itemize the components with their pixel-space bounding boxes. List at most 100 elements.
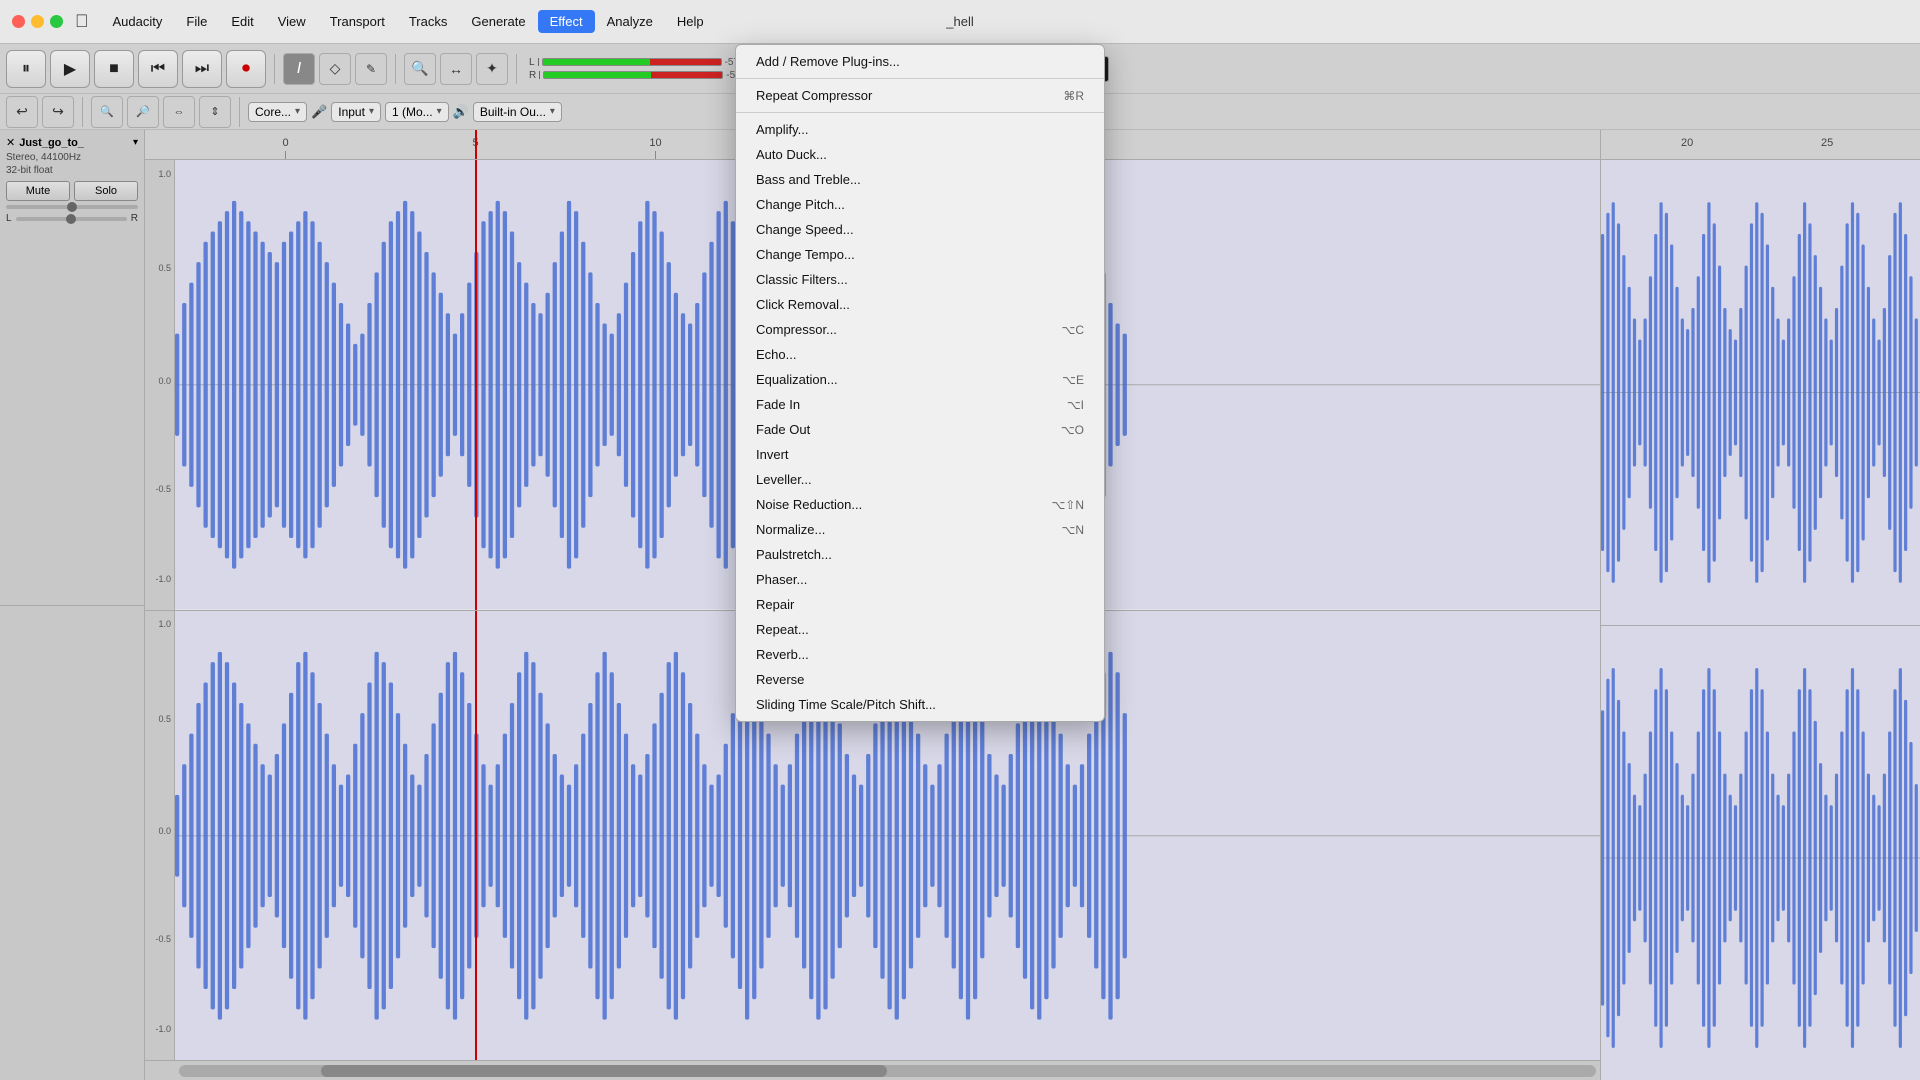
solo-button[interactable]: Solo (74, 181, 138, 201)
menu-item-noise-reduction[interactable]: Noise Reduction... ⌥⇧N (736, 492, 1104, 517)
waveform-cursor-bottom (475, 611, 477, 1061)
separator3 (516, 54, 517, 84)
menu-item-change-pitch[interactable]: Change Pitch... (736, 192, 1104, 217)
menu-item-click-removal[interactable]: Click Removal... (736, 292, 1104, 317)
menu-item-sliding-time[interactable]: Sliding Time Scale/Pitch Shift... (736, 692, 1104, 717)
menu-tracks[interactable]: Tracks (397, 10, 460, 33)
level-L-label: L (529, 57, 535, 68)
close-button[interactable] (12, 15, 25, 28)
play-button[interactable]: ▶ (50, 50, 90, 88)
minimize-button[interactable] (31, 15, 44, 28)
sep5 (239, 97, 240, 127)
envelope-tool[interactable]: ◇ (319, 53, 351, 85)
cpu-label: Core... (255, 105, 291, 119)
menu-item-bass-treble[interactable]: Bass and Treble... (736, 167, 1104, 192)
gain-slider[interactable] (6, 205, 138, 209)
menu-transport[interactable]: Transport (318, 10, 397, 33)
timeshift-tool[interactable]: ↔ (440, 53, 472, 85)
skip-back-button[interactable]: ⏮ (138, 50, 178, 88)
menu-item-classic-filters[interactable]: Classic Filters... (736, 267, 1104, 292)
menu-item-change-speed[interactable]: Change Speed... (736, 217, 1104, 242)
skip-forward-button[interactable]: ⏭ (182, 50, 222, 88)
waveform-scale-bottom: 1.0 0.5 0.0 -0.5 -1.0 (145, 611, 175, 1061)
mono-select[interactable]: 1 (Mo... ▾ (385, 102, 449, 122)
gain-slider-thumb[interactable] (67, 202, 77, 212)
output-dropdown-arrow: ▾ (550, 106, 555, 117)
track-close-button[interactable]: ✕ (6, 136, 15, 149)
pan-L-label: L (6, 213, 12, 224)
mono-dropdown-arrow: ▾ (437, 106, 442, 117)
draw-tool[interactable]: ✎ (355, 53, 387, 85)
menu-analyze[interactable]: Analyze (595, 10, 665, 33)
mic-icon: 🎤 (311, 104, 327, 120)
menu-item-invert[interactable]: Invert (736, 442, 1104, 467)
right-track-panel: 20 25 (1600, 130, 1920, 1080)
menu-item-echo[interactable]: Echo... (736, 342, 1104, 367)
zoom-in-button[interactable]: 🔍 (91, 96, 123, 128)
input-device-select[interactable]: Input ▾ (331, 102, 381, 122)
menu-item-repair[interactable]: Repair (736, 592, 1104, 617)
scrollbar-area (145, 1060, 1600, 1080)
track-name: Just_go_to_ (19, 137, 129, 149)
speaker-icon: 🔊 (453, 104, 469, 120)
track-2-info (0, 606, 144, 1080)
cpu-dropdown-arrow: ▾ (295, 106, 300, 117)
separator2 (395, 54, 396, 84)
menu-item-repeat-compressor[interactable]: Repeat Compressor ⌘R (736, 83, 1104, 108)
undo-button[interactable]: ↩ (6, 96, 38, 128)
zoom-out-button[interactable]: 🔎 (127, 96, 159, 128)
cpu-device-select[interactable]: Core... ▾ (248, 102, 307, 122)
menu-effect[interactable]: Effect (538, 10, 595, 33)
menu-item-amplify[interactable]: Amplify... (736, 117, 1104, 142)
maximize-button[interactable] (50, 15, 63, 28)
menu-file[interactable]: File (174, 10, 219, 33)
menu-item-reverse[interactable]: Reverse (736, 667, 1104, 692)
menu-item-leveller[interactable]: Leveller... (736, 467, 1104, 492)
output-label: Built-in Ou... (480, 105, 546, 119)
menu-item-auto-duck[interactable]: Auto Duck... (736, 142, 1104, 167)
menu-item-repeat[interactable]: Repeat... (736, 617, 1104, 642)
stop-button[interactable]: ■ (94, 50, 134, 88)
fit-project-button[interactable]: ⇔ (163, 96, 195, 128)
pan-slider[interactable] (16, 217, 127, 221)
zoom-tool[interactable]: 🔍 (404, 53, 436, 85)
menu-item-compressor[interactable]: Compressor... ⌥C (736, 317, 1104, 342)
menu-item-fade-in[interactable]: Fade In ⌥I (736, 392, 1104, 417)
playback-cursor (475, 130, 477, 159)
effect-dropdown-menu: Add / Remove Plug-ins... Repeat Compress… (735, 44, 1105, 722)
pause-button[interactable]: ⏸ (6, 50, 46, 88)
menu-items: Audacity File Edit View Transport Tracks… (101, 10, 716, 33)
menu-item-change-tempo[interactable]: Change Tempo... (736, 242, 1104, 267)
menu-view[interactable]: View (266, 10, 318, 33)
level-R-label: R (529, 70, 536, 81)
redo-button[interactable]: ↪ (42, 96, 74, 128)
input-label: Input (338, 105, 365, 119)
track-dropdown-button[interactable]: ▾ (133, 137, 138, 148)
menu-edit[interactable]: Edit (219, 10, 265, 33)
menu-item-add-remove-plugins[interactable]: Add / Remove Plug-ins... (736, 49, 1104, 74)
menu-audacity[interactable]: Audacity (101, 10, 175, 33)
pan-slider-thumb[interactable] (66, 214, 76, 224)
selection-tool[interactable]: I (283, 53, 315, 85)
menu-separator-2 (736, 112, 1104, 113)
multi-tool[interactable]: ✦ (476, 53, 508, 85)
output-device-select[interactable]: Built-in Ou... ▾ (473, 102, 562, 122)
mute-button[interactable]: Mute (6, 181, 70, 201)
menu-item-reverb[interactable]: Reverb... (736, 642, 1104, 667)
menu-separator-1 (736, 78, 1104, 79)
horizontal-scrollbar[interactable] (179, 1065, 1596, 1077)
menu-help[interactable]: Help (665, 10, 716, 33)
pan-R-label: R (131, 213, 138, 224)
separator (274, 54, 275, 84)
tick-10: 10 (655, 151, 656, 159)
menu-item-phaser[interactable]: Phaser... (736, 567, 1104, 592)
menu-item-fade-out[interactable]: Fade Out ⌥O (736, 417, 1104, 442)
menu-generate[interactable]: Generate (459, 10, 537, 33)
track-1-info: ✕ Just_go_to_ ▾ Stereo, 44100Hz 32-bit f… (0, 130, 144, 606)
record-button[interactable]: ⏺ (226, 50, 266, 88)
fit-track-button[interactable]: ⇕ (199, 96, 231, 128)
menu-item-normalize[interactable]: Normalize... ⌥N (736, 517, 1104, 542)
waveform-scale-top: 1.0 0.5 0.0 -0.5 -1.0 (145, 160, 175, 610)
menu-item-equalization[interactable]: Equalization... ⌥E (736, 367, 1104, 392)
menu-item-paulstretch[interactable]: Paulstretch... (736, 542, 1104, 567)
